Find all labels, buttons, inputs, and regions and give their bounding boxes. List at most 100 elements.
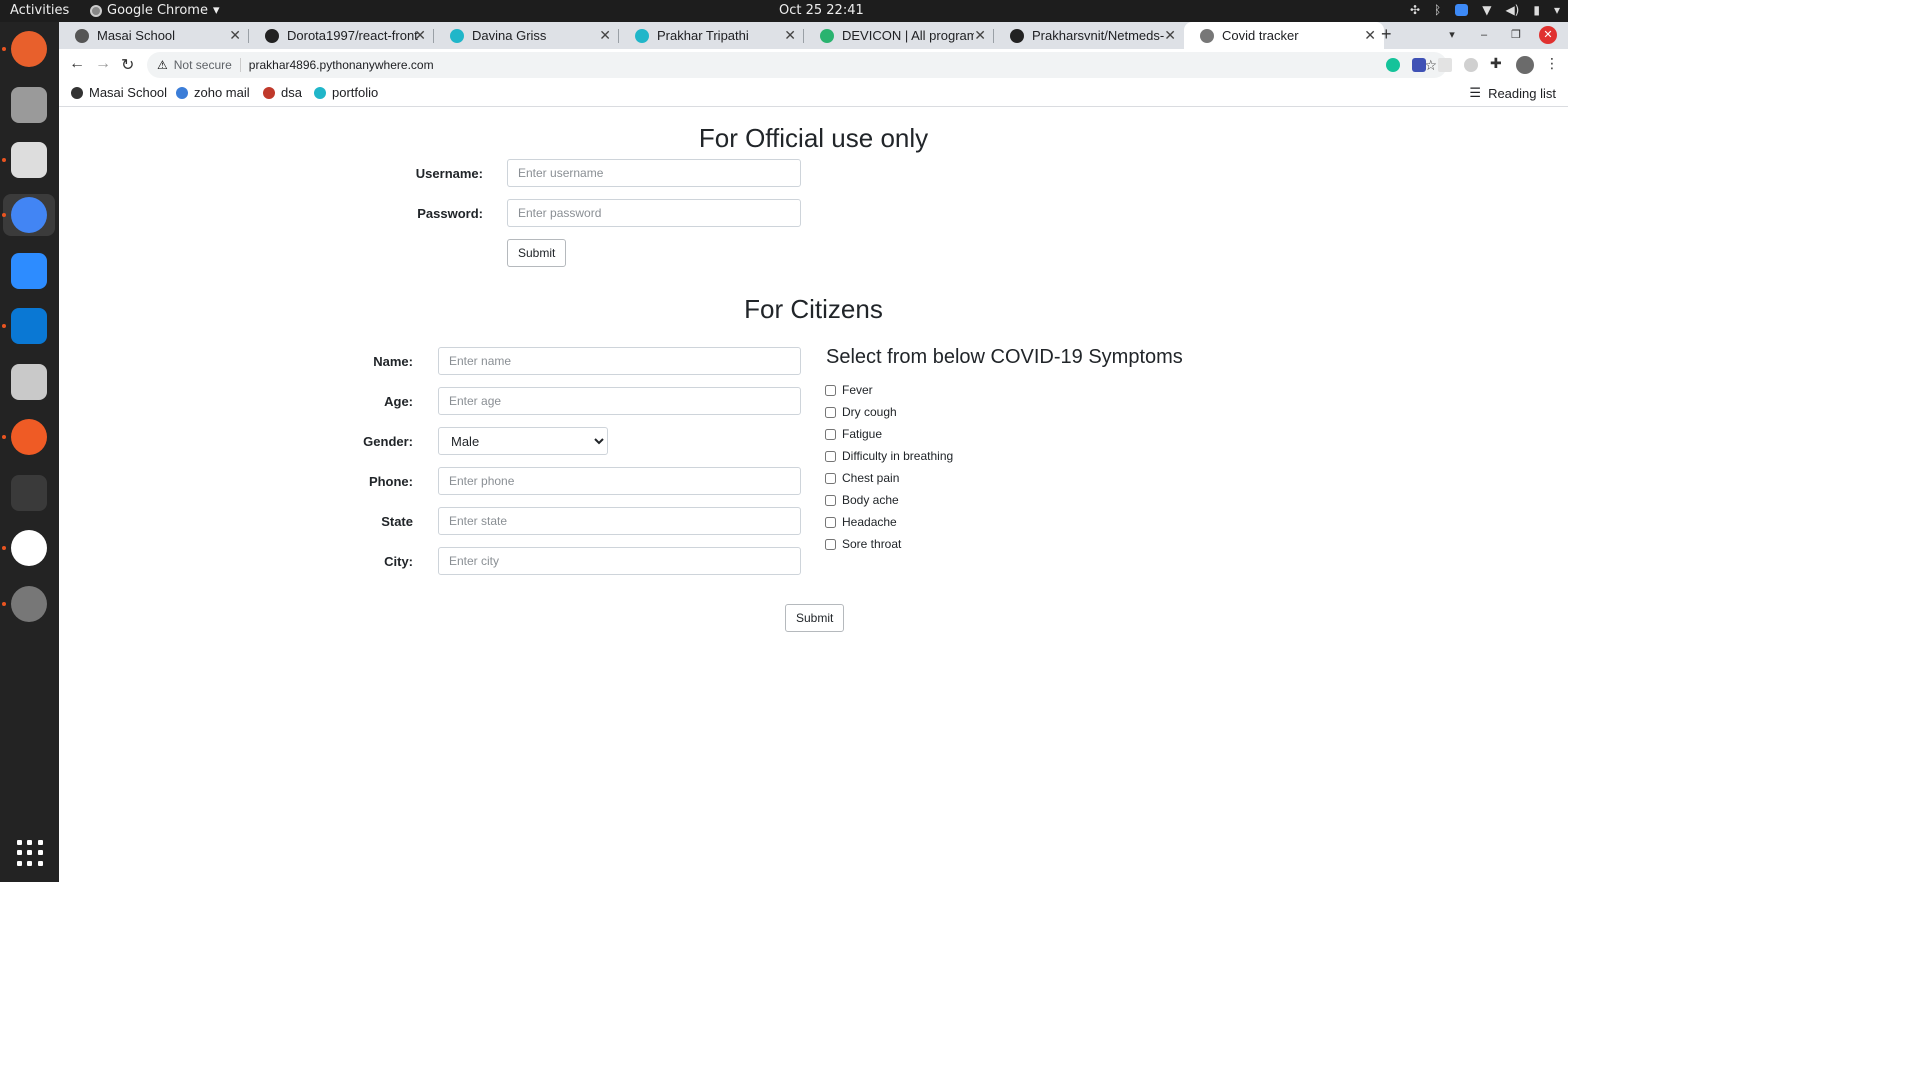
symptom-option[interactable]: Fatigue <box>825 427 882 441</box>
reload-icon[interactable]: ↻ <box>121 55 134 75</box>
security-label[interactable]: Not secure <box>174 58 232 72</box>
dock-document-viewer[interactable] <box>8 139 50 181</box>
phone-input[interactable] <box>438 467 801 495</box>
tab-favicon-icon <box>1010 28 1024 43</box>
screen-recorder-extension-icon[interactable] <box>1412 58 1426 72</box>
close-tab-icon[interactable]: ✕ <box>974 27 986 44</box>
bookmark-item[interactable]: zoho mail <box>176 85 250 100</box>
symptom-option[interactable]: Dry cough <box>825 405 897 419</box>
reading-list-button[interactable]: ☰ Reading list <box>1469 85 1556 101</box>
symptom-checkbox[interactable] <box>825 472 836 484</box>
symptom-checkbox[interactable] <box>825 450 836 462</box>
symptom-option[interactable]: Headache <box>825 515 897 529</box>
bookmark-item[interactable]: portfolio <box>314 85 378 100</box>
puzzle-extensions-icon[interactable]: ✚ <box>1490 55 1502 72</box>
browser-tab[interactable]: Dorota1997/react-front ✕ <box>249 22 434 49</box>
profile-avatar[interactable] <box>1516 56 1534 74</box>
bookmark-item[interactable]: dsa <box>263 85 302 100</box>
bookmark-item[interactable]: Masai School <box>71 85 167 100</box>
dock-postman[interactable] <box>8 416 50 458</box>
dock-vscode[interactable] <box>8 305 50 347</box>
files-icon <box>11 87 47 123</box>
symptom-checkbox[interactable] <box>825 538 836 550</box>
tab-title: Masai School <box>97 28 176 43</box>
clock[interactable]: Oct 25 22:41 <box>779 3 864 18</box>
name-input[interactable] <box>438 347 801 375</box>
running-indicator <box>2 47 6 51</box>
gender-select[interactable]: Male <box>438 427 608 455</box>
restore-icon[interactable]: ❐ <box>1507 26 1525 44</box>
browser-tab[interactable]: Masai School ✕ <box>59 22 249 49</box>
show-applications-icon[interactable] <box>17 840 43 866</box>
chrome-icon <box>11 197 47 233</box>
browser-tab[interactable]: Prakharsvnit/Netmeds- ✕ <box>994 22 1184 49</box>
browser-toolbar: ← → ↻ ⚠ Not secure prakhar4896.pythonany… <box>59 49 1568 81</box>
zoom-icon <box>11 253 47 289</box>
app-menu[interactable]: Google Chrome ▾ <box>90 3 220 18</box>
password-label: Password: <box>417 206 483 221</box>
dock-files[interactable] <box>8 84 50 126</box>
symptom-checkbox[interactable] <box>825 494 836 506</box>
new-tab-button[interactable]: + <box>1381 24 1392 45</box>
bookmark-star-icon[interactable]: ☆ <box>1424 57 1437 74</box>
symptom-option[interactable]: Fever <box>825 383 873 397</box>
official-submit-button[interactable]: Submit <box>507 239 567 267</box>
symptom-label: Difficulty in breathing <box>842 449 954 463</box>
browser-tab[interactable]: Covid tracker ✕ <box>1184 22 1384 49</box>
dock-chrome[interactable] <box>3 194 55 236</box>
extension-icon[interactable] <box>1464 58 1478 72</box>
activities-button[interactable]: Activities <box>10 3 69 18</box>
back-arrow-icon[interactable]: ← <box>69 55 85 73</box>
state-input[interactable] <box>438 507 801 535</box>
extension-icon[interactable] <box>1438 58 1452 72</box>
close-tab-icon[interactable]: ✕ <box>229 27 241 44</box>
close-tab-icon[interactable]: ✕ <box>599 27 611 44</box>
citizens-submit-button[interactable]: Submit <box>785 604 845 632</box>
symptom-option[interactable]: Sore throat <box>825 537 901 551</box>
dock-slack[interactable] <box>8 527 50 569</box>
terminal-icon <box>11 475 47 511</box>
tab-favicon-icon <box>820 28 834 43</box>
age-label: Age: <box>384 394 413 409</box>
browser-tab[interactable]: DEVICON | All programm ✕ <box>804 22 994 49</box>
symptom-checkbox[interactable] <box>825 406 836 418</box>
dock-zoom[interactable] <box>8 250 50 292</box>
symptom-checkbox[interactable] <box>825 384 836 396</box>
minimize-icon[interactable]: – <box>1475 26 1493 44</box>
symptom-option[interactable]: Chest pain <box>825 471 899 485</box>
symptom-checkbox[interactable] <box>825 516 836 528</box>
age-input[interactable] <box>438 387 801 415</box>
dock-settings[interactable] <box>8 583 50 625</box>
browser-tab[interactable]: Prakhar Tripathi ✕ <box>619 22 804 49</box>
system-tray[interactable]: ✣ ᛒ ▼ ◀) ▮ ▾ <box>1410 3 1560 17</box>
tab-favicon-icon <box>75 28 89 43</box>
symptom-option[interactable]: Body ache <box>825 493 899 507</box>
city-input[interactable] <box>438 547 801 575</box>
close-tab-icon[interactable]: ✕ <box>784 27 796 44</box>
bookmark-favicon-icon <box>71 86 83 99</box>
omnibox[interactable]: ⚠ Not secure prakhar4896.pythonanywhere.… <box>147 52 1447 78</box>
close-tab-icon[interactable]: ✕ <box>414 27 426 44</box>
forward-arrow-icon[interactable]: → <box>95 55 111 73</box>
url-text[interactable]: prakhar4896.pythonanywhere.com <box>249 58 434 72</box>
wifi-icon: ▼ <box>1482 3 1492 17</box>
grammarly-extension-icon[interactable] <box>1386 58 1400 72</box>
symptom-checkbox[interactable] <box>825 428 836 440</box>
username-input[interactable] <box>507 159 801 187</box>
official-heading: For Official use only <box>698 123 929 153</box>
close-window-icon[interactable]: ✕ <box>1539 26 1557 44</box>
close-tab-icon[interactable]: ✕ <box>1164 27 1176 44</box>
browser-tab[interactable]: Davina Griss ✕ <box>434 22 619 49</box>
symptom-label: Body ache <box>842 493 899 507</box>
symptom-option[interactable]: Difficulty in breathing <box>825 449 953 463</box>
close-tab-icon[interactable]: ✕ <box>1364 27 1376 44</box>
tab-title: Prakharsvnit/Netmeds- <box>1032 28 1164 43</box>
tab-title: DEVICON | All programm <box>842 28 974 43</box>
dock-magnifier[interactable] <box>8 361 50 403</box>
dock-terminal[interactable] <box>8 472 50 514</box>
city-label: City: <box>384 554 413 569</box>
dock-firefox[interactable] <box>8 28 50 70</box>
kebab-menu-icon[interactable]: ⋮ <box>1545 55 1559 72</box>
password-input[interactable] <box>507 199 801 227</box>
tab-search-icon[interactable]: ▾ <box>1443 26 1461 44</box>
